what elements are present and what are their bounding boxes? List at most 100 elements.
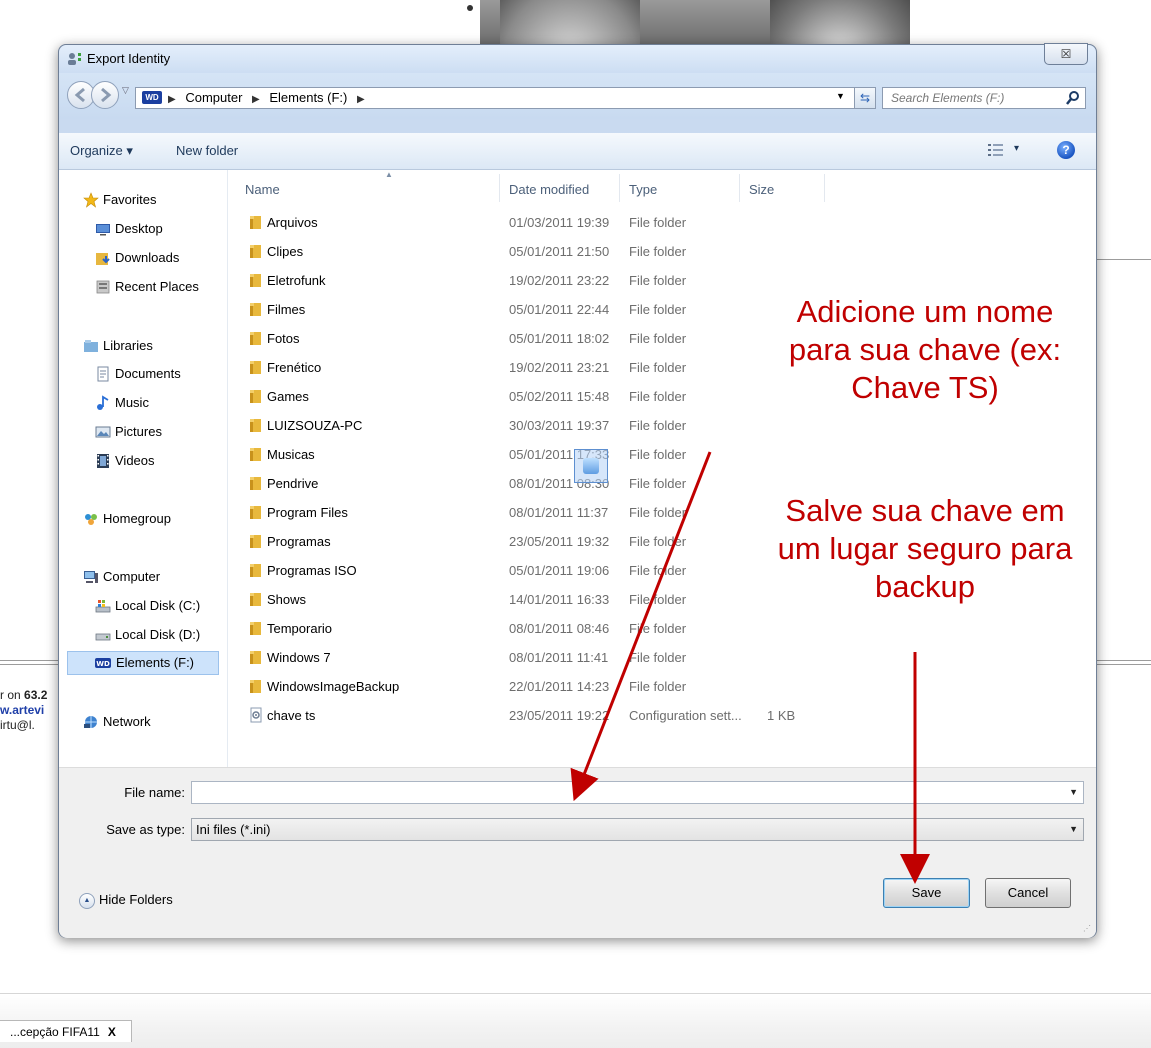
background-tab[interactable]: ...cepção FIFA11 X — [0, 1020, 132, 1042]
file-row[interactable]: Temporario 08/01/2011 08:46 File folder — [227, 614, 827, 643]
file-row[interactable]: Arquivos 01/03/2011 19:39 File folder — [227, 208, 827, 237]
column-header-type[interactable]: Type — [629, 182, 657, 197]
close-button[interactable]: ☒ — [1044, 43, 1088, 65]
column-divider[interactable] — [619, 174, 620, 202]
star-icon — [83, 192, 99, 208]
search-placeholder: Search Elements (F:) — [891, 91, 1005, 105]
file-row[interactable]: Frenético 19/02/2011 23:21 File folder — [227, 353, 827, 382]
config-file-icon — [249, 707, 263, 723]
folder-icon — [249, 417, 263, 433]
file-row[interactable]: Program Files 08/01/2011 11:37 File folder — [227, 498, 827, 527]
drive-icon — [95, 633, 111, 641]
nav-local-disk-d-label: Local Disk (D:) — [115, 627, 201, 642]
nav-local-disk-c-label: Local Disk (C:) — [115, 598, 201, 613]
recent-pages-dropdown-icon[interactable]: ▽ — [122, 85, 129, 96]
breadcrumb-separator-icon[interactable]: ▶ — [252, 94, 260, 105]
file-row[interactable]: Windows 7 08/01/2011 11:41 File folder — [227, 643, 827, 672]
background-divider — [1096, 259, 1151, 260]
recent-places-icon — [96, 280, 110, 294]
help-icon[interactable]: ? — [1057, 141, 1075, 159]
file-type: Configuration sett... — [629, 708, 742, 723]
nav-downloads-label: Downloads — [115, 250, 180, 265]
file-date: 05/01/2011 21:50 — [509, 244, 610, 259]
folder-icon — [249, 214, 263, 230]
breadcrumb-separator-icon[interactable]: ▶ — [357, 94, 365, 105]
resize-grip-icon[interactable]: ⋰ — [1083, 924, 1091, 933]
file-row[interactable]: Eletrofunk 19/02/2011 23:22 File folder — [227, 266, 827, 295]
file-row[interactable]: Musicas 05/01/2011 17:33 File folder — [227, 440, 827, 469]
column-header-date[interactable]: Date modified — [509, 182, 589, 197]
search-input[interactable]: Search Elements (F:) — [882, 87, 1086, 109]
background-tab-close-icon[interactable]: X — [108, 1025, 116, 1039]
breadcrumb-separator-icon[interactable]: ▶ — [168, 94, 176, 105]
address-history-dropdown-icon[interactable]: ▼ — [836, 91, 845, 101]
save-as-type-select[interactable]: Ini files (*.ini) ▼ — [191, 818, 1084, 841]
breadcrumb-elements[interactable]: Elements (F:) — [269, 90, 347, 105]
file-list[interactable]: Name ▲ Date modified Type Size Arquivos 0… — [227, 170, 1096, 767]
search-icon[interactable] — [1065, 90, 1081, 106]
background-text: irtu@l. — [0, 718, 35, 732]
sort-ascending-icon: ▲ — [385, 170, 393, 179]
file-name: Pendrive — [267, 476, 319, 491]
file-row[interactable]: Programas 23/05/2011 19:32 File folder — [227, 527, 827, 556]
dialog-titlebar[interactable]: Export Identity ☒ — [59, 43, 1096, 73]
column-divider[interactable] — [499, 174, 500, 202]
save-as-type-dropdown-icon[interactable]: ▼ — [1069, 824, 1078, 834]
file-row[interactable]: LUIZSOUZA-PC 30/03/2011 19:37 File folder — [227, 411, 827, 440]
view-dropdown-icon[interactable]: ▾ — [1014, 143, 1019, 154]
navigation-pane[interactable]: Favorites Desktop Downloads Recent Place… — [59, 170, 228, 767]
file-name-label: File name: — [124, 785, 185, 800]
file-name: chave ts — [267, 708, 316, 723]
file-type: File folder — [629, 244, 687, 259]
save-button[interactable]: Save — [883, 878, 970, 908]
column-header-name[interactable]: Name — [245, 182, 280, 197]
file-name-input[interactable]: ▼ — [191, 781, 1084, 804]
drive-badge-icon: WD — [142, 91, 162, 104]
file-row[interactable]: Clipes 05/01/2011 21:50 File folder — [227, 237, 827, 266]
annotation-name-hint: Adicione um nome para sua chave (ex: Cha… — [760, 293, 1090, 407]
nav-elements-f[interactable]: WD Elements (F:) — [67, 651, 219, 675]
file-row[interactable]: Filmes 05/01/2011 22:44 File folder — [227, 295, 827, 324]
nav-recent-places-label: Recent Places — [115, 279, 199, 294]
file-name: Filmes — [267, 302, 306, 317]
forward-button[interactable] — [91, 81, 119, 109]
file-row[interactable]: Shows 14/01/2011 16:33 File folder — [227, 585, 827, 614]
annotation-line: Adicione um nome — [796, 294, 1054, 329]
folder-icon — [249, 359, 263, 375]
file-row[interactable]: Pendrive 08/01/2011 08:30 File folder — [227, 469, 827, 498]
command-toolbar: Organize ▾ New folder ▾ ? — [59, 133, 1096, 170]
libraries-icon — [84, 340, 98, 352]
file-row[interactable]: WindowsImageBackup 22/01/2011 14:23 File f… — [227, 672, 827, 701]
file-row[interactable]: Games 05/02/2011 15:48 File folder — [227, 382, 827, 411]
file-row[interactable]: Programas ISO 05/01/2011 19:06 File folder — [227, 556, 827, 585]
address-bar[interactable]: WD ▶ Computer ▶ Elements (F:) ▶ — [135, 87, 862, 109]
column-divider[interactable] — [739, 174, 740, 202]
refresh-button[interactable]: ⇆ — [854, 87, 876, 109]
file-row[interactable]: chave ts 23/05/2011 19:22 Configuration se… — [227, 701, 827, 730]
new-folder-button[interactable]: New folder — [176, 143, 238, 158]
column-divider[interactable] — [824, 174, 825, 202]
file-row[interactable]: Fotos 05/01/2011 18:02 File folder — [227, 324, 827, 353]
nav-network-label: Network — [103, 714, 151, 729]
hide-folders-button[interactable]: ▲ Hide Folders — [79, 892, 173, 909]
breadcrumb-computer[interactable]: Computer — [185, 90, 242, 105]
view-options-icon[interactable] — [987, 142, 1005, 158]
hide-folders-label: Hide Folders — [99, 892, 173, 907]
annotation-line: um lugar seguro para — [777, 531, 1073, 566]
file-date: 05/02/2011 15:48 — [509, 389, 610, 404]
music-icon — [97, 395, 109, 410]
nav-elements-f-label: Elements (F:) — [116, 655, 195, 670]
export-identity-dialog: Export Identity ☒ ▽ WD ▶ Computer ▶ Elem… — [58, 43, 1097, 938]
cancel-button[interactable]: Cancel — [985, 878, 1071, 908]
file-name: WindowsImageBackup — [267, 679, 400, 694]
organize-button[interactable]: Organize ▾ — [70, 143, 133, 159]
file-type: File folder — [629, 360, 687, 375]
desktop-icon — [96, 224, 110, 236]
nav-pictures-label: Pictures — [115, 424, 162, 439]
file-name-dropdown-icon[interactable]: ▼ — [1069, 787, 1078, 797]
file-date: 08/01/2011 11:41 — [509, 650, 609, 665]
background-link[interactable]: w.artevi — [0, 703, 44, 718]
column-header-size[interactable]: Size — [749, 182, 774, 197]
downloads-folder-icon — [96, 253, 110, 265]
pictures-icon — [95, 426, 111, 438]
